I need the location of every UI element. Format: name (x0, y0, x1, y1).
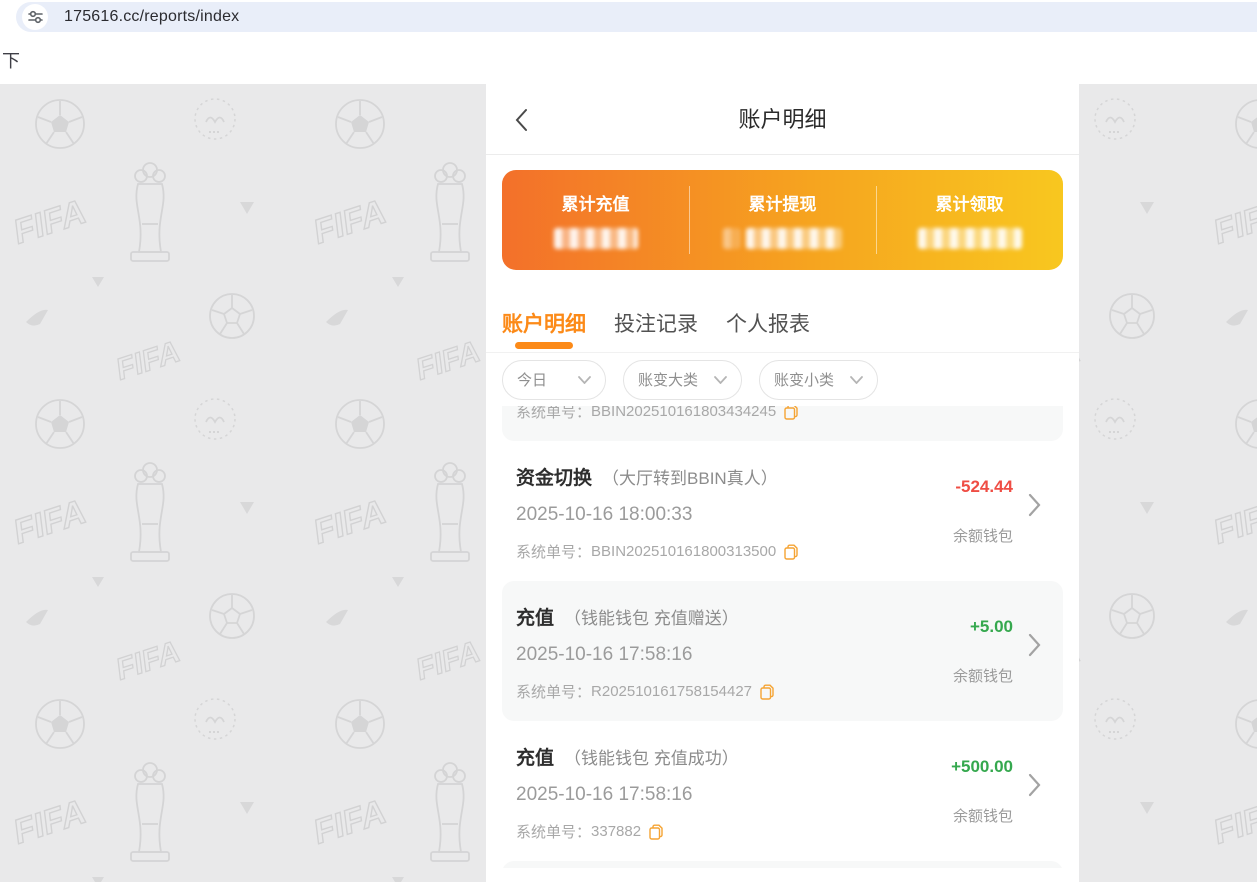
url-text[interactable]: 175616.cc/reports/index (64, 8, 239, 26)
transaction-row[interactable]: 资金切换（大厅转到BBIN真人） 2025-10-16 18:00:33 系统单… (502, 441, 1063, 581)
stat-total-claim: 累计领取 (876, 170, 1063, 270)
filter-bar: 今日 账变大类 账变小类 (486, 353, 1079, 406)
site-settings-icon[interactable] (22, 4, 48, 30)
copy-icon[interactable] (760, 684, 774, 700)
transaction-amount: +500.00 (951, 757, 1013, 777)
blurred-value (723, 228, 740, 249)
transaction-time: 2025-10-16 18:00:33 (516, 504, 692, 526)
chevron-right-icon (1028, 493, 1041, 517)
transaction-row-partial[interactable]: 系统单号：BBIN202510161803434245 (502, 406, 1063, 441)
transaction-time: 2025-10-16 17:58:16 (516, 644, 692, 666)
divider (689, 186, 690, 254)
order-prefix: 系统单号： (516, 821, 591, 842)
transaction-type: 资金切换（大厅转到BBIN真人） (516, 463, 778, 490)
order-prefix: 系统单号： (516, 406, 591, 422)
order-number: 337882 (591, 823, 641, 840)
transaction-amount: +5.00 (970, 617, 1013, 637)
chevron-right-icon (1028, 633, 1041, 657)
tab-label: 账户明细 (502, 313, 586, 336)
transaction-subtype: （钱能钱包 充值成功） (564, 749, 739, 768)
blurred-value (554, 228, 638, 249)
chevron-right-icon (1028, 773, 1041, 797)
tab-bet-records[interactable]: 投注记录 (614, 308, 698, 352)
stat-label: 累计领取 (936, 190, 1004, 215)
blurred-value (746, 228, 842, 249)
transaction-time: 2025-10-16 17:58:16 (516, 784, 692, 806)
filter-label: 账变大类 (638, 369, 698, 390)
chevron-down-icon (578, 376, 591, 384)
page-text-fragment: 下 (2, 47, 20, 73)
transaction-type: 充值（钱能钱包 充值成功） (516, 743, 739, 770)
browser-address-bar: 175616.cc/reports/index (0, 0, 1257, 33)
panel-header: 账户明细 (486, 84, 1079, 155)
chevron-down-icon (850, 376, 863, 384)
blurred-value (918, 228, 1022, 249)
transaction-list[interactable]: 系统单号：BBIN202510161803434245 资金切换（大厅转到BBI… (486, 406, 1079, 868)
transaction-amount: -524.44 (955, 477, 1013, 497)
active-tab-underline (515, 342, 573, 349)
order-number-line: 系统单号：R202510161758154427 (516, 681, 774, 702)
wallet-label: 余额钱包 (953, 665, 1013, 686)
url-pill[interactable]: 175616.cc/reports/index (16, 2, 1257, 32)
stat-label: 累计充值 (562, 190, 630, 215)
filter-label: 今日 (517, 369, 547, 390)
order-number: BBIN202510161803434245 (591, 406, 776, 420)
filter-major-category-select[interactable]: 账变大类 (623, 360, 742, 400)
transaction-subtype: （钱能钱包 充值赠送） (564, 609, 739, 628)
filter-label: 账变小类 (774, 369, 834, 390)
transaction-subtype: （大厅转到BBIN真人） (602, 469, 778, 488)
tab-account-detail[interactable]: 账户明细 (502, 308, 586, 352)
order-number-line: 系统单号：BBIN202510161800313500 (516, 541, 798, 562)
tab-personal-report[interactable]: 个人报表 (726, 308, 810, 352)
order-number: BBIN202510161800313500 (591, 543, 776, 560)
order-number-line: 系统单号：337882 (516, 821, 663, 842)
copy-icon[interactable] (649, 824, 663, 840)
stats-card: 累计充值 累计提现 累计领取 (502, 170, 1063, 270)
stat-total-deposit: 累计充值 (502, 170, 689, 270)
tab-label: 投注记录 (614, 313, 698, 336)
transaction-row[interactable]: 充值（钱能钱包 充值赠送） 2025-10-16 17:58:16 系统单号：R… (502, 581, 1063, 721)
order-number-line: 系统单号：BBIN202510161803434245 (516, 406, 798, 422)
account-detail-panel: 账户明细 累计充值 累计提现 累计领取 账户明细 (486, 84, 1079, 882)
filter-minor-category-select[interactable]: 账变小类 (759, 360, 878, 400)
chevron-down-icon (714, 376, 727, 384)
copy-icon[interactable] (784, 406, 798, 420)
wallet-label: 余额钱包 (953, 805, 1013, 826)
transaction-type: 充值（钱能钱包 充值赠送） (516, 603, 739, 630)
divider (876, 186, 877, 254)
back-button[interactable] (514, 108, 538, 132)
stat-total-withdraw: 累计提现 (689, 170, 876, 270)
page-title: 账户明细 (486, 84, 1079, 155)
order-prefix: 系统单号： (516, 541, 591, 562)
stat-label: 累计提现 (749, 190, 817, 215)
copy-icon[interactable] (784, 544, 798, 560)
page: 175616.cc/reports/index 下 (0, 0, 1257, 882)
tab-label: 个人报表 (726, 313, 810, 336)
transaction-row[interactable]: 充值（钱能钱包 充值成功） 2025-10-16 17:58:16 系统单号：3… (502, 721, 1063, 861)
filter-date-select[interactable]: 今日 (502, 360, 606, 400)
transaction-row-next[interactable] (502, 861, 1063, 868)
order-prefix: 系统单号： (516, 681, 591, 702)
tab-bar: 账户明细 投注记录 个人报表 (486, 270, 1079, 353)
order-number: R202510161758154427 (591, 683, 752, 700)
wallet-label: 余额钱包 (953, 525, 1013, 546)
